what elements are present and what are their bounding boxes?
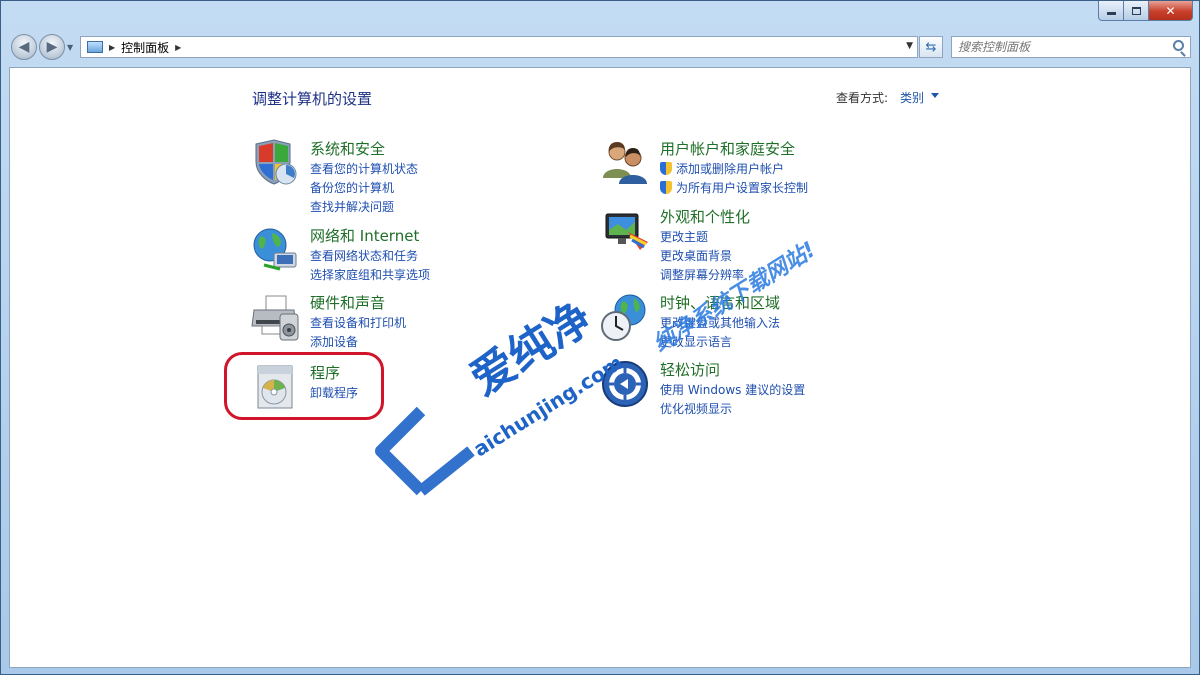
system-security-icon: [255, 139, 297, 185]
search-input[interactable]: [952, 40, 1162, 54]
printer-icon: [251, 295, 299, 341]
control-panel-icon: [87, 41, 103, 53]
category-title[interactable]: 外观和个性化: [660, 206, 750, 227]
link-troubleshoot[interactable]: 查找并解决问题: [310, 198, 394, 215]
link-add-device[interactable]: 添加设备: [310, 333, 358, 350]
maximize-icon: [1131, 6, 1141, 15]
search-icon[interactable]: [1173, 40, 1184, 51]
back-arrow-icon: ◀: [18, 39, 30, 55]
uac-shield-icon: [660, 181, 672, 194]
refresh-icon: ⇆: [925, 39, 937, 55]
view-by-dropdown[interactable]: 类别: [900, 89, 924, 106]
link-view-computer-status[interactable]: 查看您的计算机状态: [310, 160, 418, 177]
recent-pages-icon[interactable]: ▼: [67, 43, 73, 52]
maximize-button[interactable]: [1124, 1, 1149, 21]
category-title[interactable]: 用户帐户和家庭安全: [660, 138, 795, 159]
forward-arrow-icon: ▶: [46, 39, 58, 55]
breadcrumb-separator-icon[interactable]: ▶: [175, 43, 181, 52]
category-user-accounts: 用户帐户和家庭安全 添加或删除用户帐户 为所有用户设置家长控制: [600, 138, 900, 196]
link-windows-recommended-settings[interactable]: 使用 Windows 建议的设置: [660, 381, 805, 398]
caption-buttons: ✕: [1098, 1, 1193, 21]
display-personalize-icon: [605, 213, 648, 250]
address-bar[interactable]: ▶ 控制面板 ▶ ▼: [80, 36, 918, 58]
link-homegroup-sharing[interactable]: 选择家庭组和共享选项: [310, 266, 430, 283]
link-backup-computer[interactable]: 备份您的计算机: [310, 179, 394, 196]
refresh-button[interactable]: ⇆: [919, 36, 943, 58]
link-text: 为所有用户设置家长控制: [676, 181, 809, 195]
view-by-dropdown-icon[interactable]: [931, 93, 939, 98]
breadcrumb-separator-icon[interactable]: ▶: [109, 43, 115, 52]
search-box[interactable]: [951, 36, 1191, 58]
control-panel-window: ✕ ◀ ▶ ▼ ▶ 控制面板 ▶ ▼ ⇆ 调整计算机的设置 查看方式: 类别: [0, 0, 1200, 675]
users-icon: [603, 142, 647, 184]
category-network-internet: 网络和 Internet 查看网络状态和任务 选择家庭组和共享选项: [250, 225, 550, 283]
forward-button[interactable]: ▶: [39, 34, 65, 60]
uac-shield-icon: [660, 162, 672, 175]
network-globe-icon: [253, 228, 297, 271]
back-button[interactable]: ◀: [11, 34, 37, 60]
view-by-label: 查看方式:: [836, 91, 889, 105]
close-button[interactable]: ✕: [1149, 1, 1193, 21]
close-icon: ✕: [1165, 3, 1176, 18]
breadcrumb-control-panel[interactable]: 控制面板: [121, 39, 169, 56]
navigation-bar: ◀ ▶ ▼ ▶ 控制面板 ▶ ▼ ⇆: [1, 31, 1199, 63]
link-add-remove-accounts[interactable]: 添加或删除用户帐户: [660, 160, 784, 177]
category-system-security: 系统和安全 查看您的计算机状态 备份您的计算机 查找并解决问题: [250, 138, 550, 215]
category-title[interactable]: 系统和安全: [310, 138, 385, 159]
link-network-status[interactable]: 查看网络状态和任务: [310, 247, 418, 264]
category-title[interactable]: 网络和 Internet: [310, 225, 419, 246]
link-optimize-visual-display[interactable]: 优化视频显示: [660, 400, 732, 417]
link-change-theme[interactable]: 更改主题: [660, 228, 708, 245]
address-dropdown-icon[interactable]: ▼: [906, 41, 913, 51]
category-title[interactable]: 轻松访问: [660, 359, 720, 380]
link-parental-controls[interactable]: 为所有用户设置家长控制: [660, 179, 808, 196]
minimize-icon: [1106, 12, 1116, 15]
red-highlight-annotation: [224, 352, 384, 420]
link-change-desktop-background[interactable]: 更改桌面背景: [660, 247, 732, 264]
minimize-button[interactable]: [1098, 1, 1124, 21]
link-text: 添加或删除用户帐户: [676, 162, 785, 176]
page-title: 调整计算机的设置: [252, 90, 373, 108]
